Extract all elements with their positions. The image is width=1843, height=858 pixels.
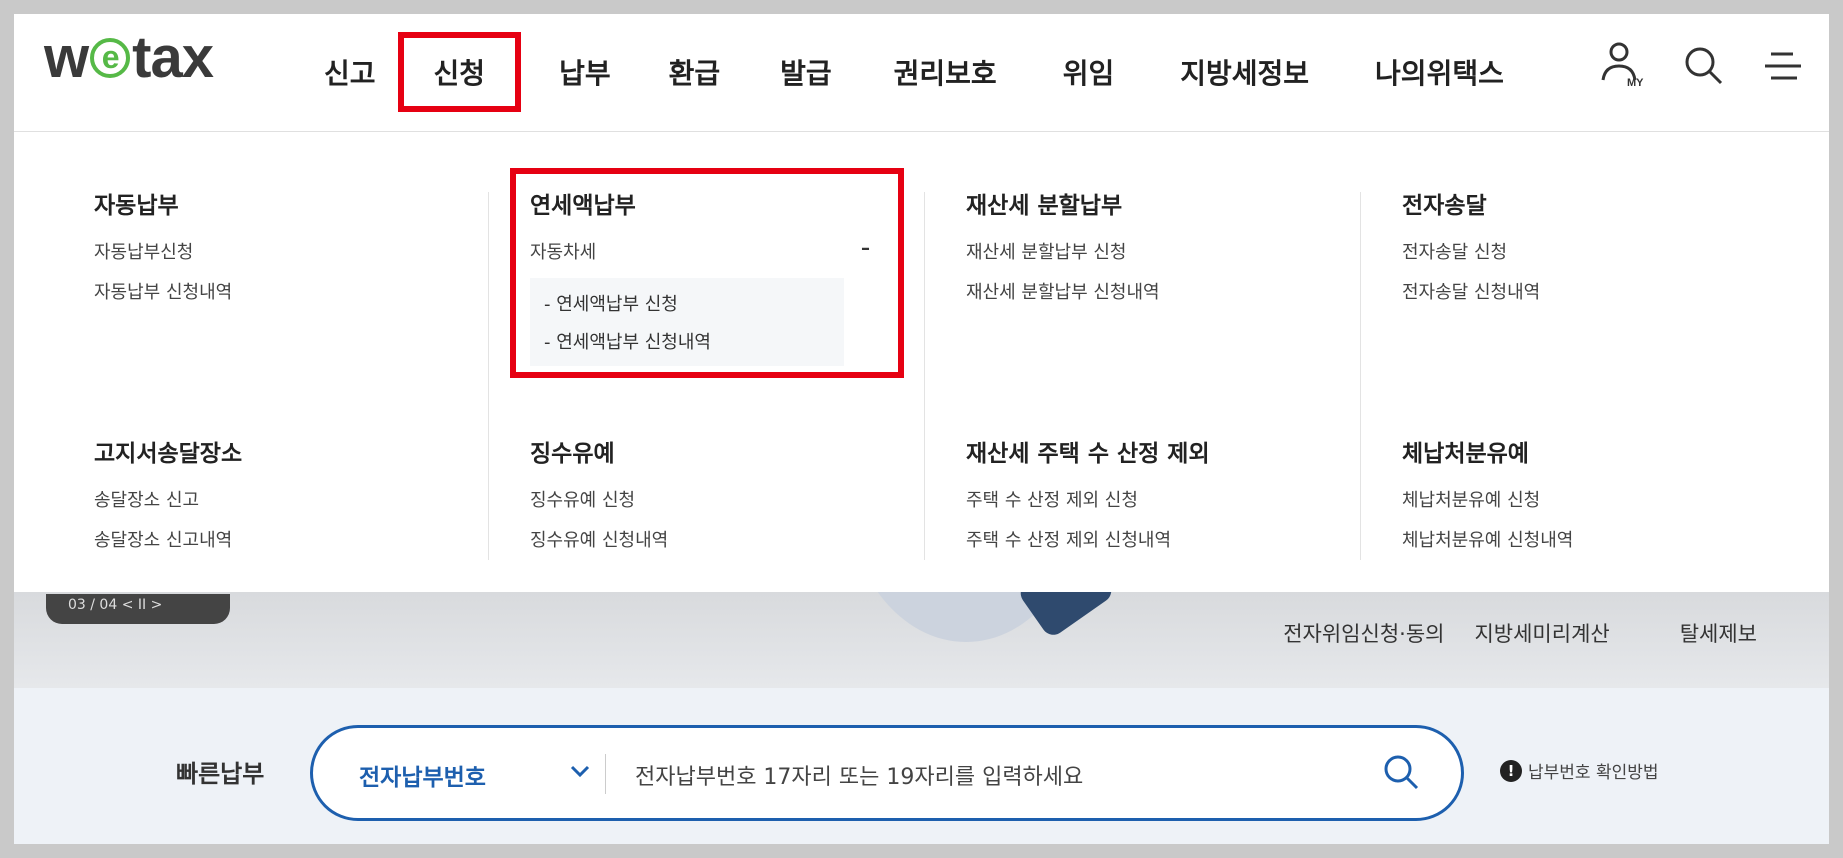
menu-link[interactable]: 전자송달 신청내역 [1402, 278, 1540, 304]
group-title[interactable]: 징수유예 [530, 434, 668, 468]
nav-item-pay[interactable]: 납부 [559, 38, 611, 106]
menu-link[interactable]: 징수유예 신청 [530, 486, 668, 512]
svg-text:MY: MY [1627, 77, 1644, 89]
menu-link[interactable]: 체납처분유예 신청 [1402, 486, 1573, 512]
group-title[interactable]: 고지서송달장소 [94, 434, 242, 468]
nav-item-refund[interactable]: 환급 [669, 38, 721, 106]
help-label: 납부번호 확인방법 [1528, 763, 1659, 783]
menu-icon[interactable] [1761, 40, 1809, 90]
payment-number-input[interactable]: 전자납부번호 17자리 또는 19자리를 입력하세요 [635, 759, 1083, 791]
header-icons: MY [1597, 40, 1809, 90]
hero-illustration [826, 592, 1126, 648]
menu-link[interactable]: 전자송달 신청 [1402, 238, 1540, 264]
group-title[interactable]: 체납처분유예 [1402, 434, 1573, 468]
menu-link[interactable]: 주택 수 산정 제외 신청 [966, 486, 1210, 512]
menu-link[interactable]: 자동납부신청 [94, 238, 232, 264]
apply-mega-menu: 자동납부 자동납부신청 자동납부 신청내역 고지서송달장소 송달장소 신고 송달… [14, 132, 1829, 592]
nav-item-tax-info[interactable]: 지방세정보 [1180, 38, 1309, 106]
quick-links: 전자위임신청·동의 지방세미리계산 탈세제보 [1283, 618, 1757, 648]
site-header: w e tax 신고 신청 납부 환급 발급 권리보호 위임 지방세정보 나의위택스… [14, 14, 1829, 132]
main-nav: 신고 신청 납부 환급 발급 권리보호 위임 지방세정보 나의위택스 [324, 32, 1504, 112]
chevron-down-icon[interactable] [565, 756, 595, 786]
page: 03 / 04 < II > 전자위임신청·동의 지방세미리계산 탈세제보 빠른… [14, 14, 1829, 844]
nav-item-delegate[interactable]: 위임 [1063, 38, 1115, 106]
menu-group-disposition-deferral: 체납처분유예 체납처분유예 신청 체납처분유예 신청내역 [1402, 434, 1573, 566]
nav-item-report[interactable]: 신고 [324, 38, 376, 106]
menu-link[interactable]: 자동납부 신청내역 [94, 278, 232, 304]
my-user-icon[interactable]: MY [1597, 40, 1645, 90]
menu-link[interactable]: 재산세 분할납부 신청 [966, 238, 1160, 264]
highlight-box [510, 168, 904, 378]
info-icon: ! [1500, 759, 1522, 782]
quick-link-tax-report[interactable]: 탈세제보 [1680, 618, 1757, 648]
fast-payment-section: 빠른납부 전자납부번호 전자납부번호 17자리 또는 19자리를 입력하세요 !… [14, 688, 1829, 844]
quick-link-tax-calculator[interactable]: 지방세미리계산 [1474, 618, 1609, 648]
column-divider [924, 192, 925, 560]
group-title[interactable]: 전자송달 [1402, 186, 1540, 220]
banner-pager[interactable]: 03 / 04 < II > [46, 594, 230, 624]
group-title[interactable]: 재산세 주택 수 산정 제외 [966, 434, 1210, 468]
menu-link[interactable]: 징수유예 신청내역 [530, 526, 668, 552]
column-divider [488, 192, 489, 560]
menu-group-collection-deferral: 징수유예 징수유예 신청 징수유예 신청내역 [530, 434, 668, 566]
menu-group-property-installment: 재산세 분할납부 재산세 분할납부 신청 재산세 분할납부 신청내역 [966, 186, 1160, 318]
menu-link[interactable]: 주택 수 산정 제외 신청내역 [966, 526, 1210, 552]
nav-item-apply[interactable]: 신청 [397, 32, 522, 112]
divider [605, 754, 606, 794]
nav-item-rights[interactable]: 권리보호 [894, 38, 997, 106]
nav-item-issue[interactable]: 발급 [780, 38, 832, 106]
search-icon[interactable] [1679, 40, 1727, 90]
menu-link[interactable]: 재산세 분할납부 신청내역 [966, 278, 1160, 304]
menu-link[interactable]: 체납처분유예 신청내역 [1402, 526, 1573, 552]
menu-link[interactable]: 송달장소 신고내역 [94, 526, 242, 552]
quick-link-e-delegation[interactable]: 전자위임신청·동의 [1283, 618, 1444, 648]
menu-group-auto-pay: 자동납부 자동납부신청 자동납부 신청내역 [94, 186, 232, 318]
menu-group-e-delivery: 전자송달 전자송달 신청 전자송달 신청내역 [1402, 186, 1540, 318]
column-divider [1360, 192, 1361, 560]
payment-number-help-link[interactable]: ! 납부번호 확인방법 [1500, 758, 1659, 783]
menu-link[interactable]: 송달장소 신고 [94, 486, 242, 512]
search-icon[interactable] [1381, 752, 1421, 792]
fast-payment-search-box: 전자납부번호 전자납부번호 17자리 또는 19자리를 입력하세요 [310, 725, 1464, 821]
fast-payment-label: 빠른납부 [176, 760, 265, 788]
group-title[interactable]: 재산세 분할납부 [966, 186, 1160, 220]
menu-group-house-count-exclusion: 재산세 주택 수 산정 제외 주택 수 산정 제외 신청 주택 수 산정 제외 … [966, 434, 1210, 566]
group-title[interactable]: 자동납부 [94, 186, 232, 220]
menu-group-notice-address: 고지서송달장소 송달장소 신고 송달장소 신고내역 [94, 434, 242, 566]
wetax-logo[interactable]: w e tax [44, 24, 214, 91]
nav-item-my-wetax[interactable]: 나의위택스 [1375, 38, 1504, 106]
payment-type-select[interactable]: 전자납부번호 [359, 758, 486, 792]
